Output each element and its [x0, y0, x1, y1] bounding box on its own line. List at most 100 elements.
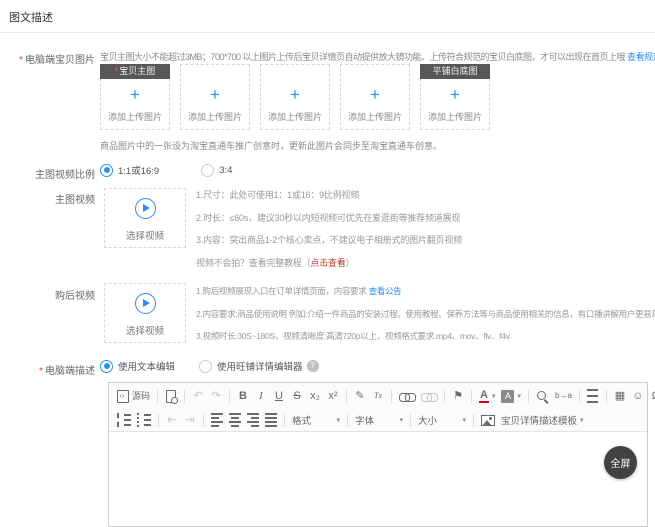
plus-icon: +	[341, 87, 409, 103]
radio-label: 3:4	[219, 165, 232, 176]
text-color-button[interactable]: A▾	[477, 386, 497, 406]
radio-option[interactable]: 使用旺铺详情编辑器?	[199, 359, 319, 373]
toolbar-separator	[158, 414, 159, 427]
strikethrough-button[interactable]: S	[289, 386, 305, 406]
insert-table-button[interactable]: ▦	[612, 386, 628, 406]
remove-format-button[interactable]: Tx	[370, 386, 386, 406]
align-center-button[interactable]	[227, 410, 243, 430]
help-text: 宝贝主图大小不能超过3MB；700*700 以上图片上传后宝贝详情页自动提供放大…	[100, 52, 625, 62]
view-spec-link[interactable]: 查看规范	[627, 52, 655, 62]
radio-icon	[201, 164, 214, 177]
guideline-item: 1.购后视频展现入口在订单详情页面，内容要求 查看公告	[196, 285, 655, 297]
toolbar-separator	[444, 390, 445, 403]
font-select-label: 字体	[355, 413, 374, 427]
align-right-button[interactable]	[245, 410, 261, 430]
upload-image-box[interactable]: +添加上传图片	[180, 64, 250, 130]
insert-image-icon	[481, 415, 495, 426]
format-select-dropdown[interactable]: 格式▾	[290, 410, 342, 430]
radio-selected-icon	[100, 360, 113, 373]
toolbar-separator	[347, 414, 348, 427]
toolbar-separator	[410, 414, 411, 427]
format-select-label: 格式	[292, 413, 311, 427]
plus-icon: +	[101, 87, 169, 103]
toolbar-separator	[579, 390, 580, 403]
bold-button[interactable]: B	[235, 386, 251, 406]
toolbar-separator	[473, 414, 474, 427]
guideline-item: 3.内容：突出商品1-2个核心卖点，不建议电子相册式的图片翻页视频	[196, 234, 462, 246]
radio-option[interactable]: 1:1或16:9	[100, 163, 159, 177]
page-title: 图文描述	[9, 9, 53, 25]
redo-icon: ↷	[211, 391, 220, 402]
template-select-dropdown[interactable]: 宝贝详情描述模板▾	[499, 410, 586, 430]
search-button[interactable]	[534, 386, 551, 406]
view-announcement-link[interactable]: 查看公告	[369, 286, 402, 296]
remove-link-icon	[421, 392, 437, 401]
align-right-icon	[247, 413, 259, 427]
upload-image-box[interactable]: *宝贝主图+添加上传图片	[100, 64, 170, 130]
source-code-button[interactable]: 源码	[115, 386, 152, 406]
radio-option[interactable]: 使用文本编辑	[100, 359, 175, 373]
indent-button: ⇥	[182, 410, 198, 430]
toolbar-separator	[606, 390, 607, 403]
editor-content[interactable]	[109, 432, 647, 525]
font-select-dropdown[interactable]: 字体▾	[353, 410, 405, 430]
play-icon	[135, 198, 156, 219]
play-icon	[135, 293, 156, 314]
bg-color-button[interactable]: A▾	[499, 386, 523, 406]
line-height-button[interactable]	[585, 386, 601, 406]
undo-icon: ↶	[193, 391, 202, 402]
main-video-select-box[interactable]: 选择视频	[104, 188, 186, 248]
ordered-list-button[interactable]	[115, 410, 133, 430]
format-painter-icon: ✎	[355, 391, 364, 402]
field-label-post-video: 购后视频	[0, 287, 95, 302]
format-painter-button[interactable]: ✎	[352, 386, 368, 406]
toolbar-separator	[203, 414, 204, 427]
preview-button[interactable]	[163, 386, 179, 406]
unordered-list-button[interactable]	[135, 410, 153, 430]
replace-button[interactable]: b→a	[553, 386, 574, 406]
toolbar-separator	[229, 390, 230, 403]
insert-table-icon: ▦	[615, 391, 625, 402]
main-video-guidelines: 1.尺寸：此处可使用1：1或16：9比例视频 2.时长：≤60s，建议30秒以内…	[196, 189, 462, 279]
help-icon[interactable]: ?	[307, 360, 319, 372]
emoticon-button[interactable]: ☺	[630, 386, 646, 406]
divider	[0, 32, 655, 33]
size-select-dropdown[interactable]: 大小▾	[416, 410, 468, 430]
anchor-flag-button[interactable]: ⚑	[450, 386, 466, 406]
redo-button: ↷	[208, 386, 224, 406]
required-asterisk: *	[19, 55, 23, 66]
insert-image-button[interactable]	[479, 410, 497, 430]
superscript-button[interactable]: x²	[325, 386, 341, 406]
ratio-radio-group: 1:1或16:9 3:4	[100, 163, 274, 177]
upload-image-box[interactable]: + 添加上传图片	[340, 64, 410, 130]
insert-link-button[interactable]	[397, 386, 417, 406]
outdent-button: ⇤	[164, 410, 180, 430]
upload-image-box[interactable]: +添加上传图片	[260, 64, 330, 130]
special-char-button[interactable]: Ω	[648, 386, 655, 406]
subscript-button[interactable]: x₂	[307, 386, 323, 406]
click-view-link[interactable]: 点击查看	[310, 258, 345, 268]
fullscreen-button[interactable]: 全屏	[604, 446, 637, 479]
required-asterisk: *	[115, 66, 119, 76]
radio-label: 使用旺铺详情编辑器	[217, 359, 303, 373]
upload-image-box[interactable]: 平铺白底图+添加上传图片	[420, 64, 490, 130]
align-justify-button[interactable]	[263, 410, 279, 430]
toolbar-separator	[346, 390, 347, 403]
size-select-label: 大小	[418, 413, 437, 427]
strikethrough-icon: S	[293, 391, 300, 402]
guideline-item: 2.内容要求:商品使用说明 例如:介绍一件商品的安装过程、使用教程、保养方法等与…	[196, 308, 655, 320]
align-left-button[interactable]	[209, 410, 225, 430]
field-label-pc-description: *电脑端描述	[0, 362, 95, 377]
insert-link-icon	[399, 392, 415, 401]
underline-button[interactable]: U	[271, 386, 287, 406]
template-select-label: 宝贝详情描述模板	[501, 413, 577, 427]
radio-option[interactable]: 3:4	[201, 164, 232, 177]
search-icon	[536, 390, 549, 403]
italic-button[interactable]: I	[253, 386, 269, 406]
align-left-icon	[211, 413, 223, 427]
select-video-label: 选择视频	[105, 323, 185, 337]
radio-icon	[199, 360, 212, 373]
post-video-select-box[interactable]: 选择视频	[104, 283, 186, 343]
add-image-label: 添加上传图片	[341, 110, 409, 123]
editor-toolbar-row2: ⇤⇥ 格式▾ 字体▾ 大小▾ 宝贝详情描述模板▾	[109, 409, 647, 432]
